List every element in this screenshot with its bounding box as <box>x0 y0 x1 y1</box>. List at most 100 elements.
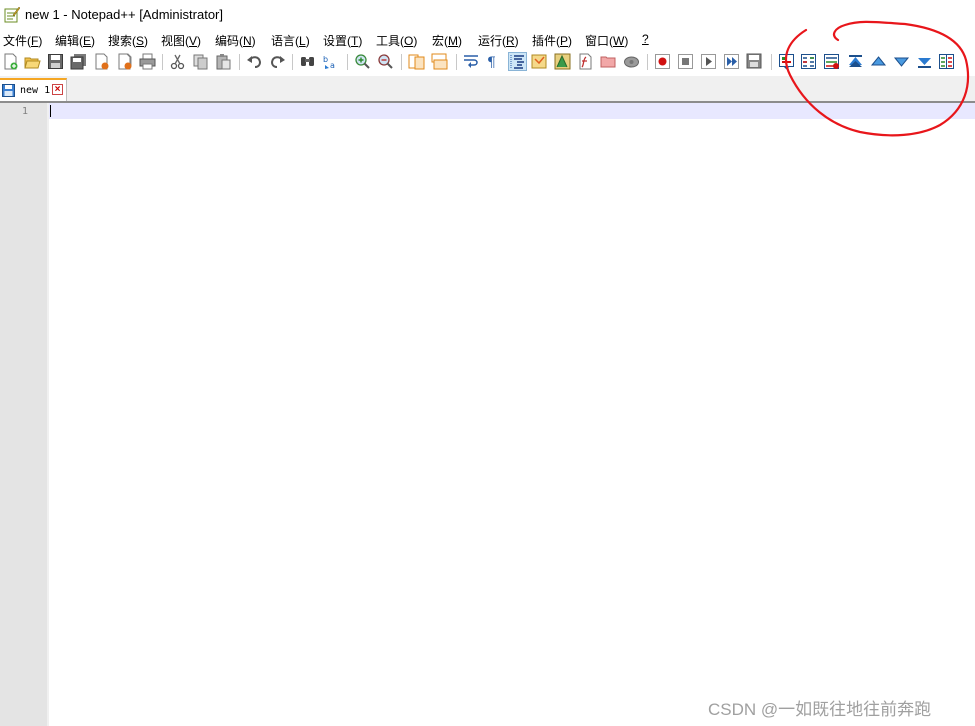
find-icon[interactable] <box>299 53 316 70</box>
menu-item-3[interactable]: 视图(V) <box>161 32 201 49</box>
toolbar-separator <box>647 54 648 70</box>
menu-item-0[interactable]: 文件(F) <box>3 32 42 49</box>
text-caret <box>50 105 51 117</box>
macro-play-icon[interactable] <box>700 53 717 70</box>
menu-bar: 文件(F) 编辑(E) 搜索(S) 视图(V) 编码(N) 语言(L) 设置(T) 工具(O)… <box>0 30 975 50</box>
close-icon[interactable] <box>93 53 110 70</box>
menu-item-9[interactable]: 运行(R) <box>478 32 519 49</box>
first-diff-icon[interactable] <box>847 53 864 70</box>
save-icon[interactable] <box>47 53 64 70</box>
tab-close-icon[interactable]: × <box>52 84 63 95</box>
monitoring-icon[interactable] <box>623 53 640 70</box>
compare-options-icon[interactable] <box>938 53 955 70</box>
document-map-icon[interactable] <box>554 53 571 70</box>
menu-item-1[interactable]: 编辑(E) <box>55 32 95 49</box>
open-file-icon[interactable] <box>24 53 41 70</box>
menu-item-12[interactable]: ? <box>642 32 649 46</box>
menu-item-label: 宏( <box>432 34 448 48</box>
menu-item-tail: ) <box>624 34 629 48</box>
show-all-chars-icon[interactable]: ¶ <box>484 53 501 70</box>
menu-item-tail: ) <box>38 34 43 48</box>
function-list-icon[interactable] <box>577 53 594 70</box>
svg-text:¶: ¶ <box>487 55 496 70</box>
menu-item-accelerator: V <box>189 34 198 48</box>
menu-item-label: 设置( <box>323 34 351 48</box>
menu-item-2[interactable]: 搜索(S) <box>108 32 148 49</box>
compare-icon[interactable] <box>778 53 795 70</box>
compare-clear-icon[interactable] <box>800 53 817 70</box>
macro-record-icon[interactable] <box>654 53 671 70</box>
toolbar-separator <box>771 54 772 70</box>
toolbar-separator <box>239 54 240 70</box>
menu-item-10[interactable]: 插件(P) <box>532 32 572 49</box>
menu-item-tail: ) <box>514 34 519 48</box>
menu-item-6[interactable]: 设置(T) <box>323 32 362 49</box>
undo-icon[interactable] <box>246 53 263 70</box>
menu-item-accelerator: R <box>506 34 515 48</box>
save-all-icon[interactable] <box>70 53 87 70</box>
menu-item-tail: ) <box>144 34 149 48</box>
menu-item-7[interactable]: 工具(O) <box>376 32 417 49</box>
close-all-icon[interactable] <box>116 53 133 70</box>
tab-new-1[interactable]: new 1 × <box>0 78 67 101</box>
toolbar-separator <box>347 54 348 70</box>
menu-item-accelerator: L <box>299 34 306 48</box>
tab-label: new 1 <box>20 85 51 96</box>
toolbar-separator <box>456 54 457 70</box>
tab-saved-state-icon <box>2 84 15 97</box>
menu-item-4[interactable]: 编码(N) <box>215 32 256 49</box>
menu-item-5[interactable]: 语言(L) <box>271 32 310 49</box>
macro-run-multiple-icon[interactable] <box>723 53 740 70</box>
menu-item-tail: ) <box>568 34 573 48</box>
menu-item-tail: ) <box>413 34 418 48</box>
window-title: new 1 - Notepad++ [Administrator] <box>25 7 223 22</box>
menu-item-accelerator: N <box>243 34 252 48</box>
menu-item-label: 编辑( <box>55 34 83 48</box>
menu-item-accelerator: P <box>560 34 569 48</box>
svg-text:b: b <box>323 55 328 64</box>
menu-item-8[interactable]: 宏(M) <box>432 32 462 49</box>
zoom-in-icon[interactable] <box>354 53 371 70</box>
tab-bar: new 1 × <box>0 76 975 101</box>
menu-item-accelerator: O <box>404 34 414 48</box>
indent-guide-icon[interactable] <box>508 52 527 71</box>
user-language-icon[interactable] <box>531 53 548 70</box>
macro-save-icon[interactable] <box>746 53 763 70</box>
sync-vertical-icon[interactable] <box>408 53 425 70</box>
previous-diff-icon[interactable] <box>870 53 887 70</box>
menu-item-label: 搜索( <box>108 34 136 48</box>
menu-item-label: 工具( <box>376 34 404 48</box>
copy-icon[interactable] <box>192 53 209 70</box>
toolbar-separator <box>162 54 163 70</box>
paste-icon[interactable] <box>215 53 232 70</box>
replace-icon[interactable]: ba <box>322 53 339 70</box>
print-icon[interactable] <box>139 53 156 70</box>
editor-text-area[interactable] <box>49 103 975 726</box>
menu-item-11[interactable]: 窗口(W) <box>585 32 628 49</box>
sync-horizontal-icon[interactable] <box>431 53 448 70</box>
watermark: CSDN @一如既往地往前奔跑 <box>708 700 932 719</box>
redo-icon[interactable] <box>269 53 286 70</box>
zoom-out-icon[interactable] <box>377 53 394 70</box>
cut-icon[interactable] <box>169 53 186 70</box>
menu-item-tail: ) <box>305 34 310 48</box>
new-file-icon[interactable] <box>2 53 19 70</box>
word-wrap-icon[interactable] <box>463 53 480 70</box>
title-bar: new 1 - Notepad++ [Administrator] <box>0 0 975 30</box>
menu-item-tail: ) <box>358 34 363 48</box>
menu-item-label: 文件( <box>3 34 31 48</box>
last-diff-icon[interactable] <box>916 53 933 70</box>
line-number-gutter: 1 <box>0 103 47 726</box>
menu-item-accelerator: E <box>83 34 92 48</box>
compare-navigation-icon[interactable] <box>823 53 840 70</box>
notepad-app-icon <box>4 6 20 23</box>
line-number: 1 <box>21 106 28 117</box>
macro-stop-icon[interactable] <box>677 53 694 70</box>
folder-workspace-icon[interactable] <box>600 53 617 70</box>
menu-item-label: 语言( <box>271 34 299 48</box>
menu-item-tail: ) <box>91 34 96 48</box>
menu-item-accelerator: ? <box>642 32 649 46</box>
menu-item-label: 插件( <box>532 34 560 48</box>
next-diff-icon[interactable] <box>893 53 910 70</box>
menu-item-label: 运行( <box>478 34 506 48</box>
